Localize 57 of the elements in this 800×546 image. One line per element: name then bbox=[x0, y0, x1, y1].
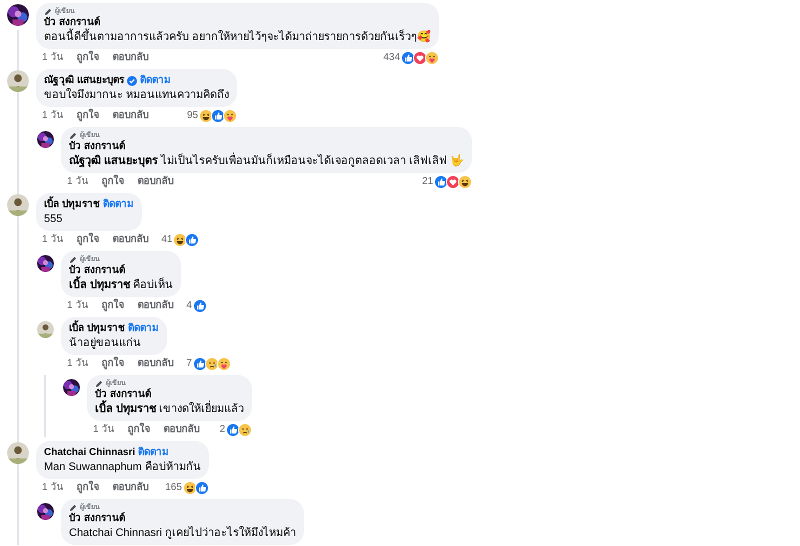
like-link[interactable]: ถูกใจ bbox=[101, 175, 124, 189]
reply-link[interactable]: ตอบกลับ bbox=[137, 299, 174, 313]
reply-link[interactable]: ตอบกลับ bbox=[137, 357, 174, 371]
reply-link[interactable]: ตอบกลับ bbox=[112, 109, 148, 123]
reaction-count[interactable]: 434 bbox=[383, 51, 400, 65]
reply-link[interactable]: ตอบกลับ bbox=[112, 233, 148, 247]
comment-text: เบิ้ล ปทุมราช เขางดให้เยี่ยมแล้ว bbox=[95, 402, 244, 416]
commenter-name[interactable]: บัว สงกรานต์ bbox=[69, 512, 125, 526]
reaction-count[interactable]: 7 bbox=[186, 357, 192, 371]
pencil-icon bbox=[95, 380, 103, 388]
timestamp: 1 วัน bbox=[42, 233, 64, 247]
like-link[interactable]: ถูกใจ bbox=[76, 109, 100, 123]
timestamp: 1 วัน bbox=[93, 423, 114, 437]
timestamp: 1 วัน bbox=[42, 481, 64, 495]
commenter-name[interactable]: เบิ้ล ปทุมราช bbox=[69, 322, 125, 336]
commenter-name[interactable]: Chatchai Chinnasri bbox=[44, 446, 136, 460]
comment-text: เบิ้ล ปทุมราช คือบ่เห็น bbox=[69, 278, 174, 292]
reply-link[interactable]: ตอบกลับ bbox=[137, 175, 174, 189]
comment-text: ขอบใจมึงมากนะ หมอนแทนความคิดถึง bbox=[44, 88, 230, 102]
like-link[interactable]: ถูกใจ bbox=[76, 51, 100, 65]
commenter-name[interactable]: เบิ้ล ปทุมราช bbox=[44, 198, 100, 212]
comment-text: น้าอยู่ขอนแก่น bbox=[69, 336, 142, 350]
comment-text: 555 bbox=[44, 212, 64, 226]
reply-link[interactable]: ตอบกลับ bbox=[112, 481, 148, 495]
follow-link[interactable]: ติดตาม bbox=[102, 198, 134, 212]
timestamp: 1 วัน bbox=[67, 357, 88, 371]
timestamp: 1 วัน bbox=[67, 299, 88, 313]
comment-text: Chatchai Chinnasri กูเคยไปว่าอะไรให้มึงไหมค้า bbox=[69, 526, 296, 540]
pencil-icon bbox=[69, 256, 77, 264]
follow-link[interactable]: ติดตาม bbox=[138, 446, 170, 460]
follow-link[interactable]: ติดตาม bbox=[140, 74, 171, 88]
like-link[interactable]: ถูกใจ bbox=[127, 423, 150, 437]
timestamp: 1 วัน bbox=[42, 109, 64, 123]
follow-link[interactable]: ติดตาม bbox=[128, 322, 159, 336]
timestamp: 1 วัน bbox=[42, 51, 64, 65]
pencil-icon bbox=[69, 132, 77, 140]
reaction-count[interactable]: 41 bbox=[161, 233, 172, 247]
like-link[interactable]: ถูกใจ bbox=[76, 481, 100, 495]
reaction-count[interactable]: 165 bbox=[165, 481, 182, 495]
like-link[interactable]: ถูกใจ bbox=[101, 299, 124, 313]
reply-link[interactable]: ตอบกลับ bbox=[163, 423, 200, 437]
reaction-count[interactable]: 21 bbox=[422, 175, 434, 189]
commenter-name[interactable]: บัว สงกรานต์ bbox=[44, 16, 100, 30]
like-link[interactable]: ถูกใจ bbox=[101, 357, 124, 371]
reaction-count[interactable]: 2 bbox=[220, 423, 226, 437]
pencil-icon bbox=[69, 504, 77, 512]
comment-text: ณัฐวุฒิ แสนยะบุตร ไม่เป็นไรครับเพื่อนมันก็เหมือนจะได้เจอกูตลอดเวลา เลิฟเลิฟ 🤟 bbox=[69, 154, 464, 168]
pencil-icon bbox=[44, 8, 52, 16]
reply-link[interactable]: ตอบกลับ bbox=[112, 51, 148, 65]
reaction-count[interactable]: 4 bbox=[186, 299, 192, 313]
commenter-name[interactable]: บัว สงกรานต์ bbox=[69, 140, 125, 154]
timestamp: 1 วัน bbox=[67, 175, 88, 189]
like-link[interactable]: ถูกใจ bbox=[76, 233, 100, 247]
comment-text: Man Suwannaphum คือบ่ห้ามกัน bbox=[44, 460, 201, 474]
reaction-count[interactable]: 95 bbox=[186, 109, 198, 123]
commenter-name[interactable]: ณัฐวุฒิ แสนยะบุตร bbox=[44, 74, 124, 88]
comment-text: ตอนนี้ดีขึ้นตามอาการแล้วครับ อยากให้หายไว้ๆจะได้มาถ่ายรายการด้วยกันเร็วๆ🥰 bbox=[44, 30, 432, 44]
